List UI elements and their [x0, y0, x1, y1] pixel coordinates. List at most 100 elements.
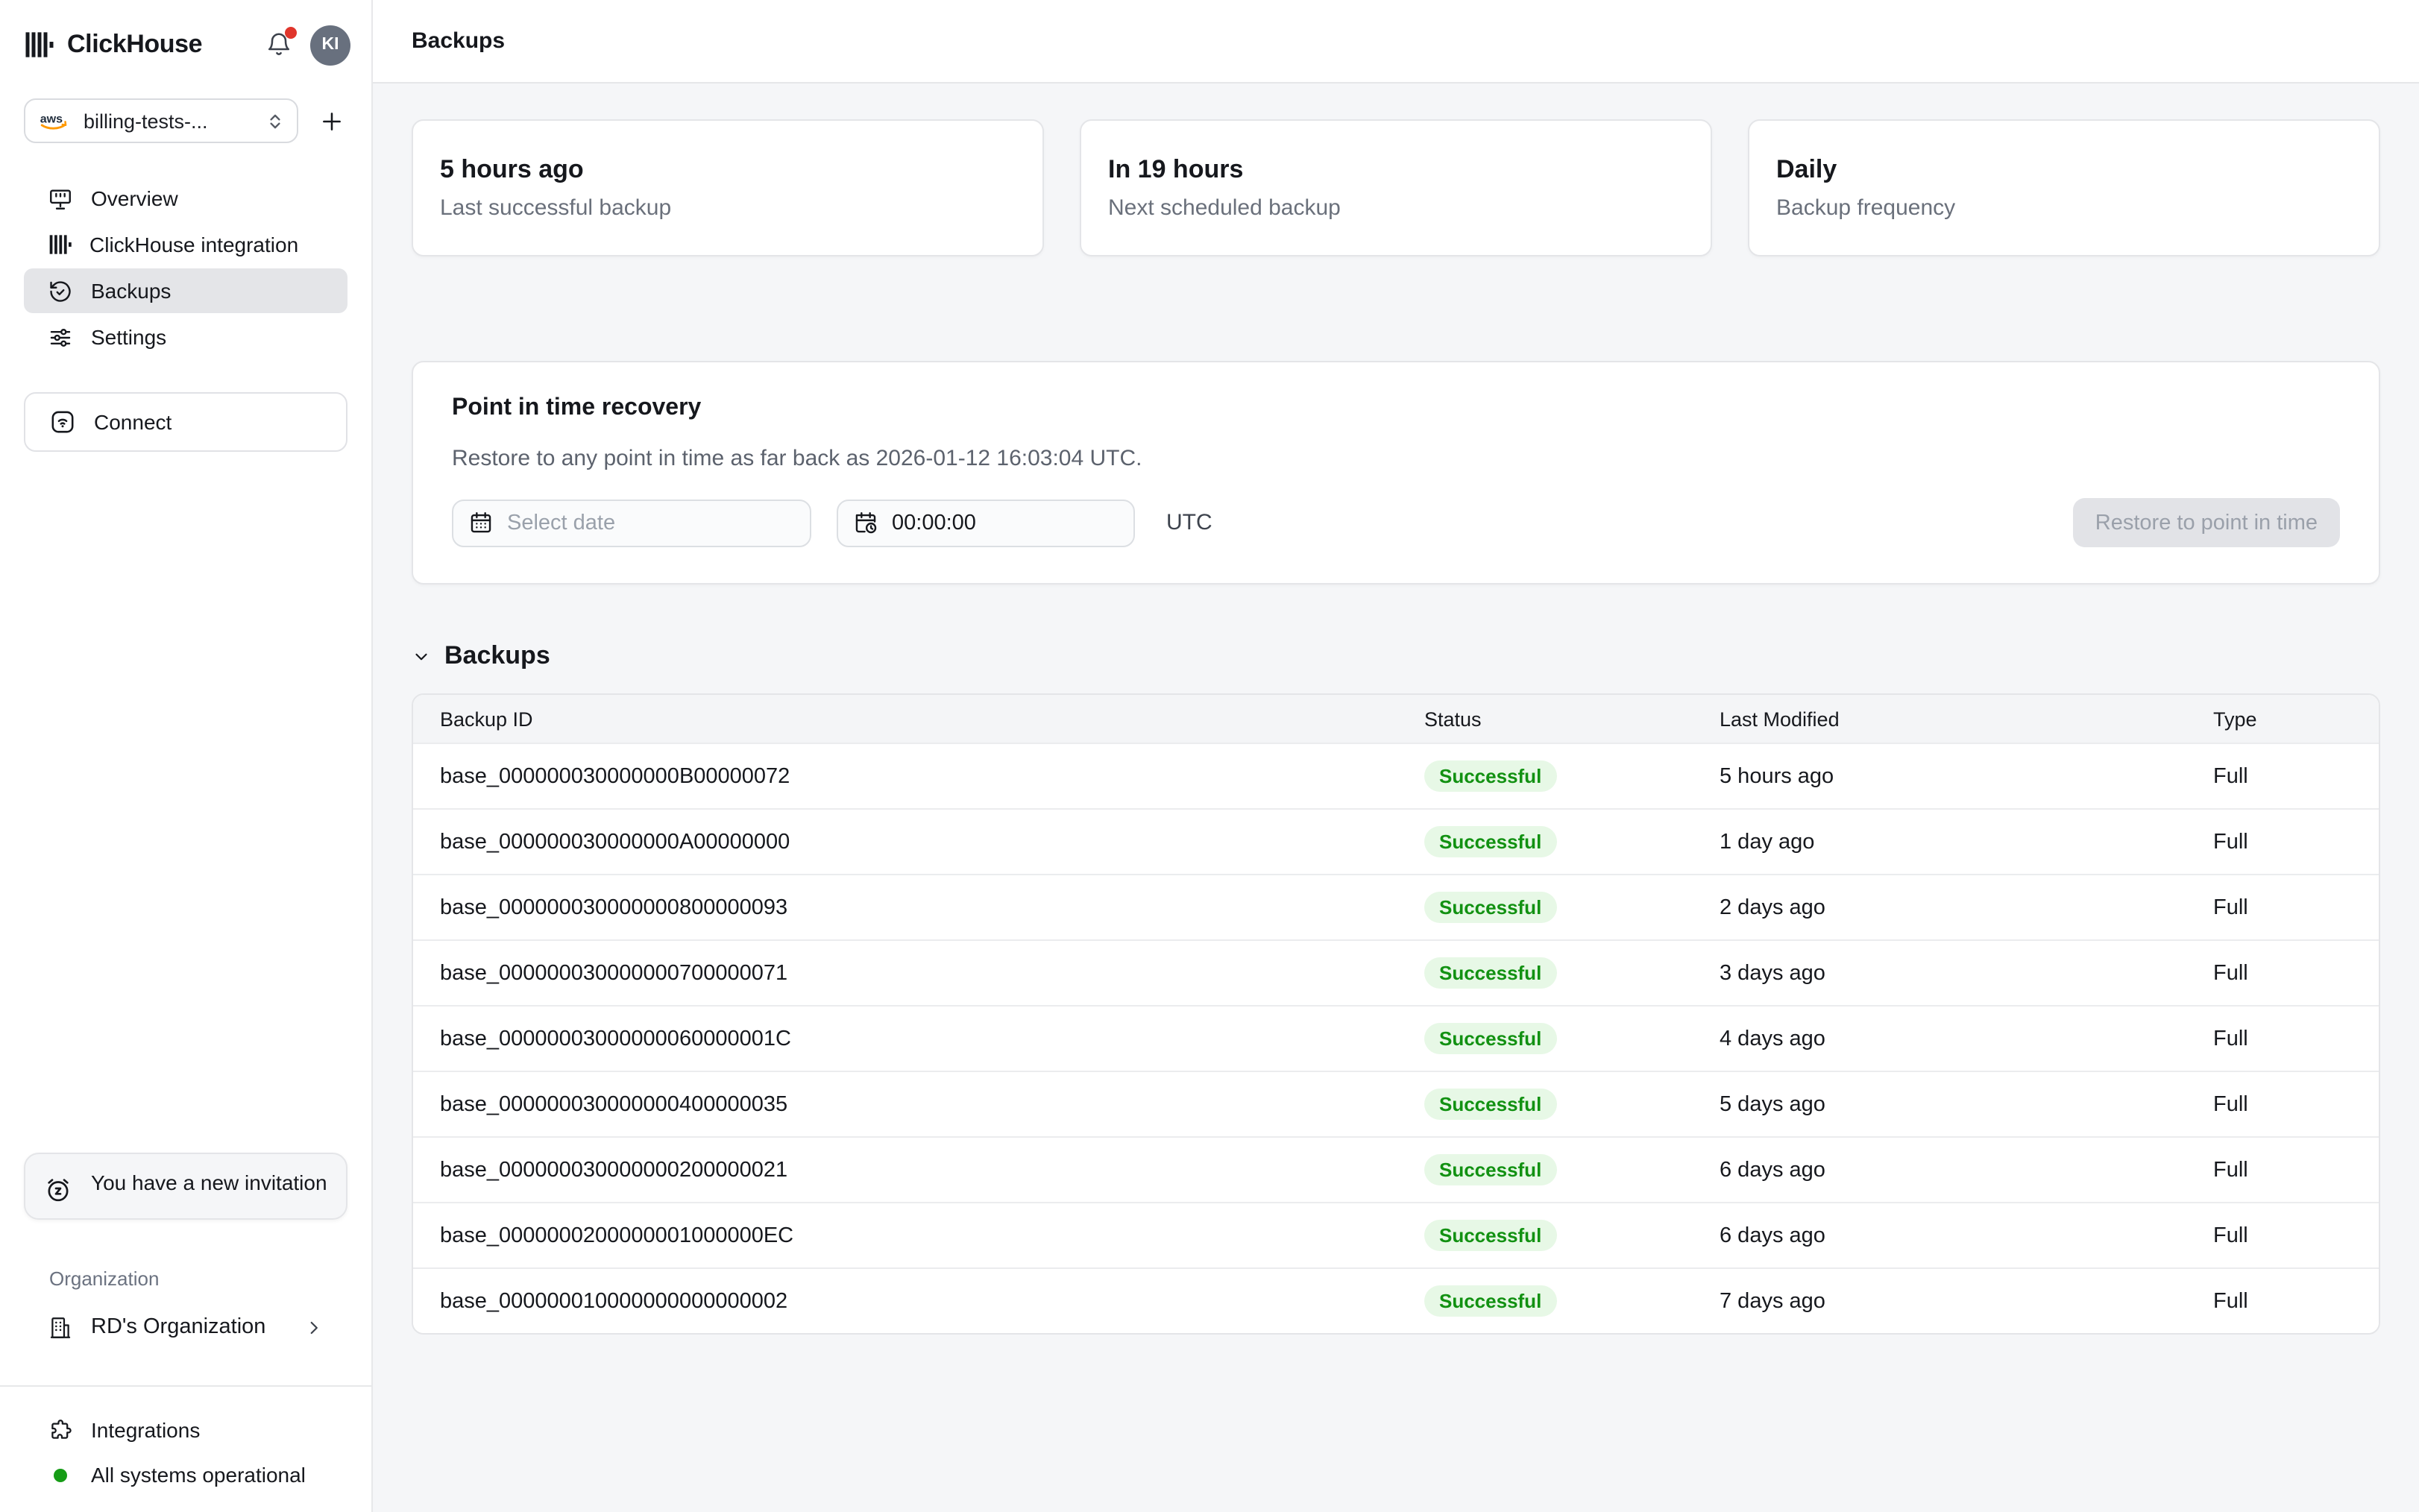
- avatar[interactable]: KI: [310, 25, 350, 65]
- type-cell: Full: [2186, 895, 2379, 919]
- svg-text:aws: aws: [40, 113, 63, 126]
- point-in-time-recovery-card: Point in time recovery Restore to any po…: [412, 361, 2380, 585]
- clickhouse-console: ClickHouse KI aws bi: [0, 0, 2419, 1512]
- last-modified-cell: 2 days ago: [1693, 895, 2186, 919]
- last-modified-cell: 7 days ago: [1693, 1289, 2186, 1313]
- backup-id-cell: base_000000030000000400000035: [413, 1092, 1397, 1116]
- notification-dot: [285, 27, 297, 39]
- sidebar-item-overview[interactable]: Overview: [24, 176, 347, 221]
- last-modified-cell: 5 days ago: [1693, 1092, 2186, 1116]
- status-badge: Successful: [1424, 826, 1556, 857]
- service-selector[interactable]: aws billing-tests-...: [24, 98, 298, 143]
- type-cell: Full: [2186, 1027, 2379, 1050]
- column-header-status: Status: [1397, 708, 1693, 730]
- table-row[interactable]: base_000000030000000400000035 Successful…: [413, 1071, 2379, 1136]
- type-cell: Full: [2186, 1223, 2379, 1247]
- date-input[interactable]: [507, 511, 795, 535]
- clickhouse-logo-icon: [24, 30, 54, 60]
- backup-id-cell: base_000000030000000200000021: [413, 1158, 1397, 1182]
- main-area: Backups 5 hours ago Last successful back…: [373, 0, 2419, 1512]
- last-modified-cell: 5 hours ago: [1693, 764, 2186, 788]
- sidebar: ClickHouse KI aws bi: [0, 0, 373, 1512]
- type-cell: Full: [2186, 1289, 2379, 1313]
- connect-icon: [49, 409, 76, 435]
- backup-id-cell: base_000000030000000700000071: [413, 961, 1397, 985]
- type-cell: Full: [2186, 961, 2379, 985]
- last-modified-cell: 3 days ago: [1693, 961, 2186, 985]
- status-badge: Successful: [1424, 760, 1556, 792]
- status-dot: [54, 1468, 67, 1481]
- backup-id-cell: base_000000030000000B00000072: [413, 764, 1397, 788]
- notifications-button[interactable]: [262, 28, 295, 61]
- invitation-text: You have a new invitation: [91, 1168, 327, 1199]
- page-title: Backups: [412, 28, 505, 54]
- table-row[interactable]: base_000000030000000800000093 Successful…: [413, 874, 2379, 939]
- table-row[interactable]: base_0000000200000001000000EC Successful…: [413, 1202, 2379, 1267]
- chevron-down-icon: [412, 646, 431, 666]
- card-last-successful-backup: 5 hours ago Last successful backup: [412, 119, 1044, 256]
- connect-label: Connect: [94, 410, 172, 434]
- card-value: 5 hours ago: [440, 155, 1016, 185]
- building-icon: [48, 1314, 73, 1340]
- time-input[interactable]: [892, 511, 1119, 535]
- last-modified-cell: 1 day ago: [1693, 830, 2186, 854]
- timezone-label: UTC: [1166, 510, 1212, 535]
- date-picker[interactable]: [452, 499, 811, 546]
- status-badge: Successful: [1424, 957, 1556, 989]
- sidebar-item-clickhouse-integration[interactable]: ClickHouse integration: [24, 222, 347, 267]
- backups-section-toggle[interactable]: Backups: [412, 641, 2380, 671]
- connect-button[interactable]: Connect: [24, 392, 347, 452]
- pitr-title: Point in time recovery: [452, 395, 2340, 422]
- organization-row[interactable]: RD's Organization: [24, 1305, 347, 1349]
- type-cell: Full: [2186, 764, 2379, 788]
- sidebar-nav: Overview ClickHouse integration: [0, 176, 371, 359]
- sidebar-item-settings[interactable]: Settings: [24, 315, 347, 359]
- last-modified-cell: 6 days ago: [1693, 1223, 2186, 1247]
- table-row[interactable]: base_000000030000000700000071 Successful…: [413, 939, 2379, 1005]
- card-label: Next scheduled backup: [1108, 195, 1684, 221]
- backup-id-cell: base_00000003000000060000001C: [413, 1027, 1397, 1050]
- invitation-banner[interactable]: You have a new invitation: [24, 1153, 347, 1220]
- sidebar-item-label: Overview: [91, 186, 178, 210]
- history-icon: [48, 278, 73, 303]
- restore-button[interactable]: Restore to point in time: [2073, 498, 2340, 547]
- calendar-clock-icon: [853, 510, 878, 535]
- integrations-link[interactable]: Integrations: [24, 1408, 347, 1452]
- backup-id-cell: base_000000010000000000000002: [413, 1289, 1397, 1313]
- system-status-link[interactable]: All systems operational: [24, 1452, 347, 1497]
- backups-table: Backup ID Status Last Modified Type base…: [412, 693, 2380, 1335]
- type-cell: Full: [2186, 1158, 2379, 1182]
- table-row[interactable]: base_000000030000000A00000000 Successful…: [413, 808, 2379, 874]
- status-badge: Successful: [1424, 1220, 1556, 1251]
- sidebar-item-backups[interactable]: Backups: [24, 268, 347, 313]
- backup-id-cell: base_0000000200000001000000EC: [413, 1223, 1397, 1247]
- status-badge: Successful: [1424, 1285, 1556, 1317]
- organization-label: Organization: [49, 1267, 347, 1290]
- chevron-right-icon: [304, 1317, 324, 1337]
- aws-icon: aws: [39, 109, 72, 133]
- time-picker[interactable]: [837, 499, 1135, 546]
- status-text: All systems operational: [91, 1463, 306, 1487]
- integrations-label: Integrations: [91, 1418, 200, 1442]
- table-row[interactable]: base_00000003000000060000001C Successful…: [413, 1005, 2379, 1071]
- card-label: Last successful backup: [440, 195, 1016, 221]
- logo-row: ClickHouse KI: [0, 0, 371, 69]
- card-next-scheduled-backup: In 19 hours Next scheduled backup: [1080, 119, 1712, 256]
- card-backup-frequency: Daily Backup frequency: [1748, 119, 2380, 256]
- sliders-icon: [48, 324, 73, 350]
- calendar-icon: [468, 510, 494, 535]
- brand-name: ClickHouse: [67, 30, 202, 60]
- status-badge: Successful: [1424, 1089, 1556, 1120]
- table-row[interactable]: base_000000030000000B00000072 Successful…: [413, 743, 2379, 808]
- content: 5 hours ago Last successful backup In 19…: [373, 84, 2419, 1512]
- backups-section-title: Backups: [444, 641, 550, 671]
- last-modified-cell: 6 days ago: [1693, 1158, 2186, 1182]
- sidebar-item-label: Settings: [91, 325, 166, 349]
- table-row[interactable]: base_000000010000000000000002 Successful…: [413, 1267, 2379, 1333]
- service-selector-label: billing-tests-...: [84, 110, 254, 132]
- add-service-button[interactable]: [315, 104, 347, 137]
- alarm-snooze-icon: [43, 1175, 73, 1205]
- summary-cards: 5 hours ago Last successful backup In 19…: [412, 119, 2380, 256]
- table-row[interactable]: base_000000030000000200000021 Successful…: [413, 1136, 2379, 1202]
- last-modified-cell: 4 days ago: [1693, 1027, 2186, 1050]
